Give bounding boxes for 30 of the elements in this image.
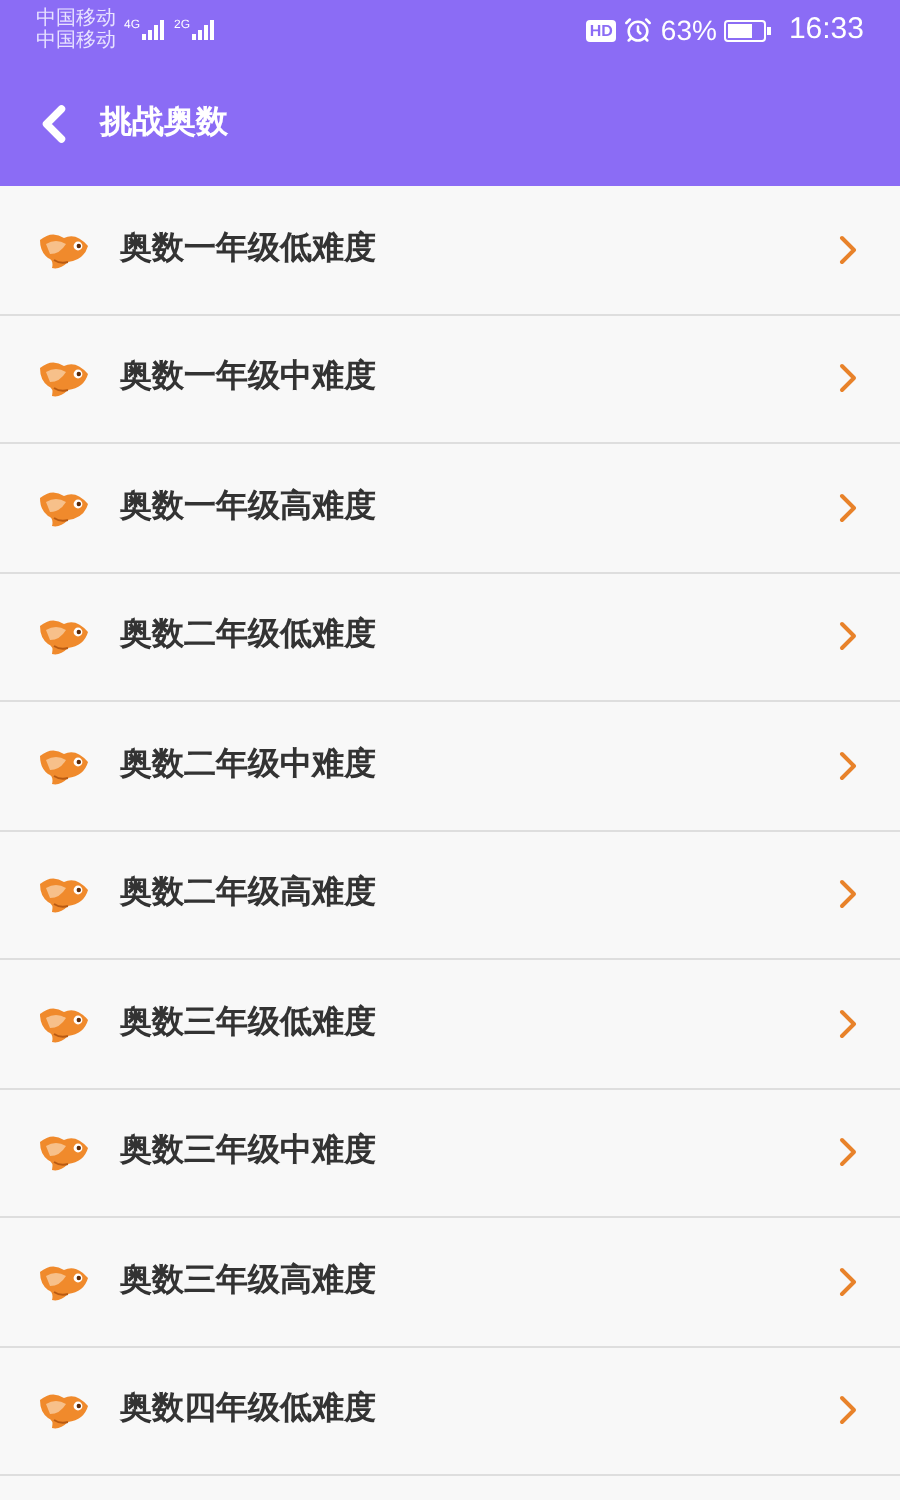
fish-icon bbox=[36, 872, 92, 917]
signal-icon bbox=[192, 20, 217, 40]
fish-icon bbox=[36, 356, 92, 401]
hd-badge: HD bbox=[585, 19, 617, 41]
list-item[interactable]: 奥数一年级中难度 bbox=[0, 315, 900, 444]
item-label: 奥数一年级低难度 bbox=[120, 228, 378, 270]
item-label: 奥数三年级中难度 bbox=[120, 1130, 378, 1173]
fish-icon bbox=[36, 1130, 92, 1175]
item-label: 奥数二年级中难度 bbox=[120, 744, 378, 786]
carrier-name: 中国移动 bbox=[36, 30, 116, 52]
item-label: 奥数三年级低难度 bbox=[120, 1002, 378, 1044]
clock-time: 16:33 bbox=[788, 9, 864, 50]
item-label: 奥数二年级低难度 bbox=[120, 614, 378, 657]
carrier-name: 中国移动 bbox=[36, 8, 116, 30]
page-title: 挑战奥数 bbox=[100, 103, 228, 143]
list-item[interactable]: 奥数三年级中难度 bbox=[0, 1089, 900, 1218]
item-label: 奥数四年级低难度 bbox=[120, 1388, 378, 1431]
battery-percent: 63% bbox=[660, 11, 717, 49]
alarm-icon bbox=[624, 16, 653, 44]
list-item[interactable]: 奥数二年级低难度 bbox=[0, 573, 900, 702]
item-label: 奥数一年级高难度 bbox=[120, 486, 378, 528]
list-item[interactable]: 奥数四年级低难度 bbox=[0, 1347, 900, 1476]
fish-icon bbox=[36, 614, 92, 659]
signal-icon bbox=[142, 20, 167, 40]
fish-icon bbox=[36, 1388, 92, 1433]
list-item[interactable]: 奥数二年级高难度 bbox=[0, 831, 900, 960]
item-label: 奥数三年级高难度 bbox=[120, 1260, 378, 1302]
item-label: 奥数一年级中难度 bbox=[120, 356, 378, 399]
item-label: 奥数二年级高难度 bbox=[120, 872, 378, 915]
battery-icon bbox=[724, 19, 773, 41]
